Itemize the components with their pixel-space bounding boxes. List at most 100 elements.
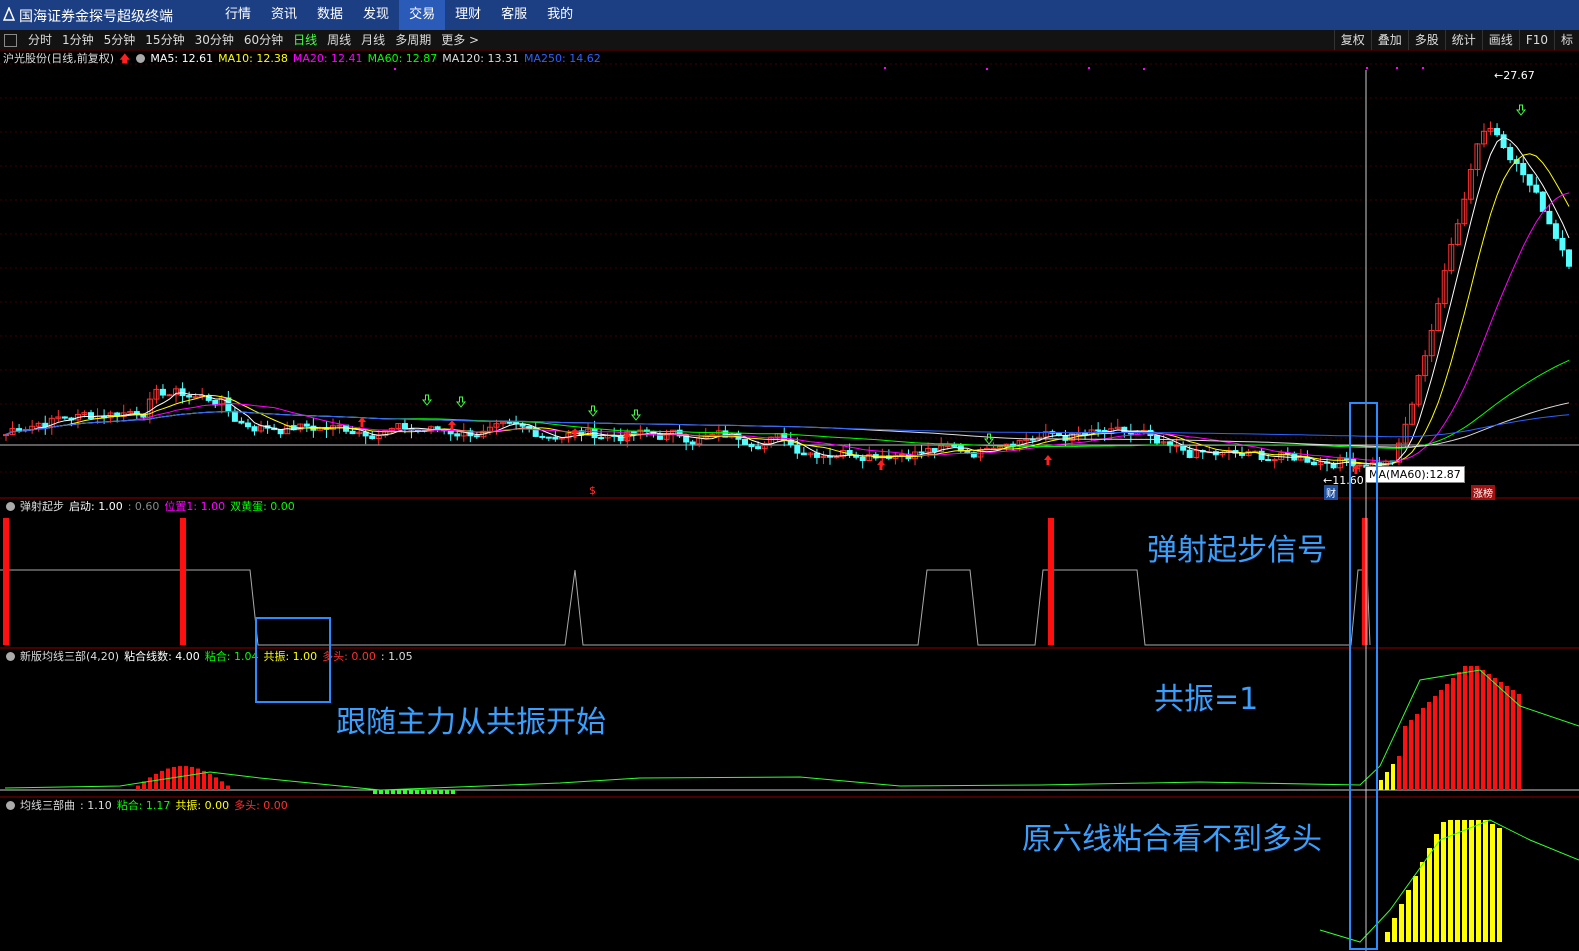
signal-dot: [1396, 67, 1398, 69]
menu-item-5[interactable]: 理财: [445, 0, 491, 30]
indicator2-bar: [439, 790, 443, 794]
candle-body: [225, 397, 232, 412]
indicator3-bar: [1434, 834, 1439, 942]
indicator2-bar: [220, 781, 224, 790]
toolbar-button-2[interactable]: 多股: [1407, 30, 1445, 50]
sell-arrow-icon: [630, 409, 642, 421]
toolbar-button-5[interactable]: F10: [1518, 30, 1554, 50]
candle-body: [238, 420, 245, 424]
annotation-resonance: 共振=1: [1154, 682, 1259, 717]
candle-body: [61, 416, 68, 419]
candle-body: [1265, 459, 1272, 462]
period-tab-10[interactable]: 更多 >: [436, 30, 484, 50]
candle-body: [192, 396, 199, 399]
indicator2-bar: [226, 785, 230, 790]
indicator2-bar: [415, 790, 419, 794]
candle-body: [918, 451, 925, 454]
candle-body: [401, 423, 408, 430]
period-tab-0[interactable]: 分时: [23, 30, 57, 50]
indicator3-bar: [1427, 848, 1432, 942]
menu-item-6[interactable]: 客服: [491, 0, 537, 30]
indicator2-bar: [1457, 672, 1461, 790]
candle-body: [16, 428, 23, 431]
menu-item-4[interactable]: 交易: [399, 0, 446, 30]
candle-body: [231, 410, 238, 422]
candle-body: [1559, 237, 1566, 251]
menu-item-2[interactable]: 数据: [307, 0, 353, 30]
finance-tag[interactable]: 财: [1324, 485, 1338, 500]
indicator2-bar: [373, 790, 377, 794]
period-tab-2[interactable]: 5分钟: [99, 30, 141, 50]
toolbar-button-4[interactable]: 画线: [1481, 30, 1519, 50]
candle-body: [964, 450, 971, 454]
indicator2-bar: [1385, 772, 1389, 790]
period-tab-3[interactable]: 15分钟: [140, 30, 189, 50]
candle-body: [1546, 210, 1553, 225]
indicator2-bar: [184, 766, 188, 790]
limit-up-tag[interactable]: 涨榜: [1471, 485, 1495, 500]
period-toolbar: 分时 1分钟 5分钟 15分钟 30分钟 60分钟 日线 周线 月线 多周期 更多 > 复权 叠加 多股…: [0, 30, 1579, 51]
signal-dot: [1422, 67, 1424, 69]
candle-body: [755, 446, 762, 450]
signal-dot: [1088, 67, 1090, 69]
indicator3-bar: [1441, 822, 1446, 942]
period-tab-5[interactable]: 60分钟: [239, 30, 288, 50]
sell-arrow-icon: [455, 396, 467, 408]
toolbar-button-1[interactable]: 叠加: [1370, 30, 1408, 50]
candle-body: [251, 426, 258, 432]
indicator2-bar: [1397, 756, 1401, 790]
high-price-label: ←27.67: [1494, 69, 1535, 82]
period-tab-6[interactable]: 日线: [288, 30, 322, 50]
indicator2-bar: [1469, 666, 1473, 790]
indicator3-bar: [1462, 820, 1467, 942]
menu-item-3[interactable]: 发现: [353, 0, 399, 30]
signal-bar: [180, 518, 186, 645]
period-tab-9[interactable]: 多周期: [390, 30, 436, 50]
indicator2-bar: [379, 790, 383, 794]
indicator2-bar: [1445, 684, 1449, 790]
menu-item-7[interactable]: 我的: [537, 0, 583, 30]
candle-body: [1526, 174, 1533, 186]
candle-body: [1121, 426, 1128, 433]
signal-bar: [1048, 518, 1054, 645]
period-tab-4[interactable]: 30分钟: [190, 30, 239, 50]
indicator2-bar: [1415, 714, 1419, 790]
indicator2-line: [4, 669, 1579, 791]
toolbar-button-6[interactable]: 标: [1553, 30, 1579, 50]
candle-body: [748, 443, 755, 448]
layout-toggle-icon[interactable]: [4, 33, 17, 47]
indicator2-bar: [1493, 678, 1497, 790]
annotation-follow: 跟随主力从共振开始: [336, 705, 606, 740]
period-tab-1[interactable]: 1分钟: [57, 30, 99, 50]
toolbar-button-3[interactable]: 统计: [1444, 30, 1482, 50]
period-tab-7[interactable]: 周线: [322, 30, 356, 50]
candle-body: [159, 388, 166, 396]
menu-item-0[interactable]: 行情: [215, 0, 261, 30]
candle-body: [898, 453, 905, 456]
candle-body: [1552, 223, 1559, 239]
sell-arrow-icon: [587, 405, 599, 417]
ma250-line: [5, 410, 1570, 438]
indicator3-bar: [1392, 918, 1397, 942]
candle-body: [1566, 249, 1572, 267]
candle-body: [1539, 191, 1546, 212]
chart-area[interactable]: [0, 50, 1579, 951]
indicator2-bar: [214, 777, 218, 790]
indicator2-bar: [190, 766, 194, 790]
indicator2-bar: [136, 785, 140, 790]
indicator2-bar: [166, 768, 170, 790]
indicator2-bar: [1439, 690, 1443, 790]
candle-body: [1520, 162, 1527, 176]
period-tab-8[interactable]: 月线: [356, 30, 390, 50]
indicator2-bar: [148, 777, 152, 790]
candle-body: [1186, 449, 1193, 458]
candle-body: [552, 436, 559, 440]
toolbar-button-0[interactable]: 复权: [1333, 30, 1371, 50]
candle-body: [539, 435, 546, 438]
candle-body: [454, 433, 461, 437]
app-logo-icon: [3, 7, 15, 21]
menu-item-1[interactable]: 资讯: [261, 0, 307, 30]
candle-body: [506, 421, 513, 424]
buy-arrow-icon: [358, 417, 366, 427]
indicator2-bar: [196, 768, 200, 790]
